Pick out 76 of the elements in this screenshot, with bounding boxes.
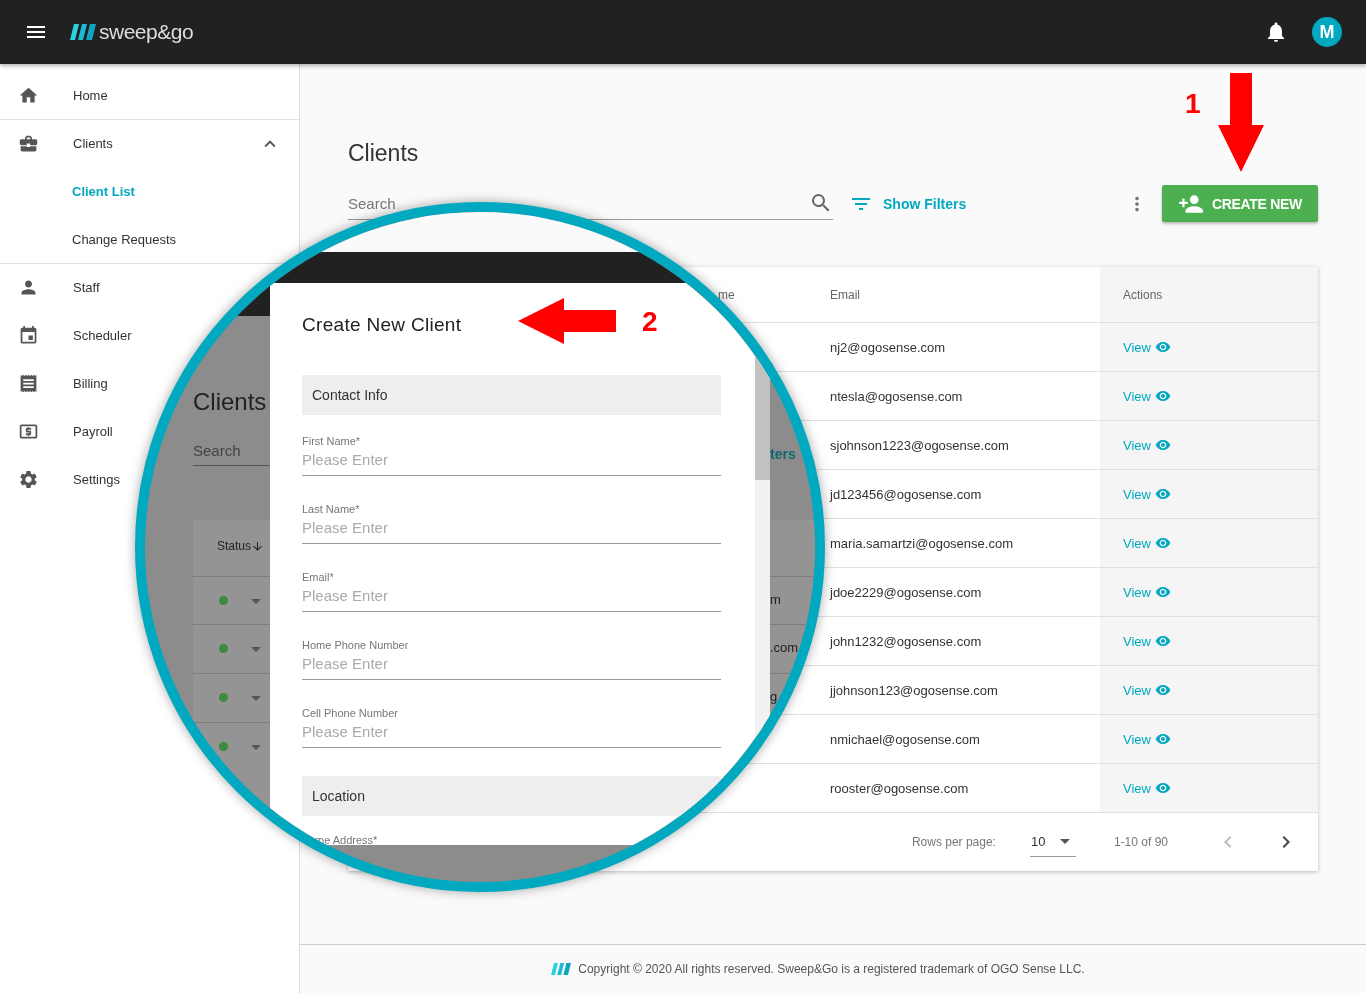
view-link[interactable]: View [1123, 437, 1171, 453]
show-filters-button[interactable]: Show Filters [849, 191, 967, 216]
step-number: 1 [1185, 90, 1201, 118]
settings-icon [18, 468, 39, 490]
field-label: Home Phone Number [302, 639, 409, 651]
field-label: Last Name* [302, 503, 360, 515]
view-link[interactable]: View [1123, 388, 1171, 404]
background-title: Clients [193, 388, 267, 416]
field-label: Cell Phone Number [302, 707, 398, 719]
field-label: Email* [302, 571, 334, 583]
caret-icon [1059, 839, 1070, 844]
page-title: Clients [348, 139, 420, 168]
table-cell-text: jd123456@ogosense.com [830, 485, 983, 504]
rows-per-page-select[interactable]: 10 [1029, 827, 1076, 857]
table-cell-text: rooster@ogosense.com [830, 779, 970, 798]
caret-icon [251, 599, 261, 604]
input-field[interactable]: Please Enter [302, 519, 721, 544]
table-cell-text: maria.samartzi@ogosense.com [830, 534, 1014, 553]
table-cell: m [770, 592, 781, 607]
view-link[interactable]: View [1123, 731, 1171, 747]
eye-icon [1154, 486, 1171, 502]
view-link[interactable]: View [1123, 535, 1171, 551]
copyright-text: Copyright © 2020 All rights reserved. Sweep&Go is a registered trademark of OGO Sense LLC. [578, 962, 1085, 976]
table-cell-text: sjohnson1223@ogosense.com [830, 436, 1010, 455]
input-field[interactable]: Please Enter [302, 723, 721, 748]
logo-text: sweep&go [99, 20, 194, 44]
view-link[interactable]: View [1123, 633, 1171, 649]
table-cell-text: jdoe2229@ogosense.com [830, 583, 983, 602]
create-new-button[interactable]: CREATE NEW [1162, 185, 1318, 222]
status-column-header: Status [217, 539, 265, 553]
field-label: First Name* [302, 435, 361, 447]
eye-icon [1154, 388, 1171, 404]
input-field[interactable]: Please Enter [302, 451, 721, 476]
section-header: Contact Info [302, 375, 721, 415]
view-link[interactable]: View [1123, 584, 1171, 600]
column-header: Email [830, 286, 861, 304]
eye-icon [1154, 633, 1171, 649]
caret-icon [251, 647, 261, 652]
user-avatar[interactable]: M [1312, 17, 1342, 47]
receipt-icon [18, 372, 39, 394]
sidebar-item[interactable]: Clients [0, 119, 299, 167]
input-field[interactable]: Please Enter [302, 587, 721, 612]
table-cell: g [770, 689, 778, 704]
column-header: me [718, 286, 736, 304]
input-field[interactable]: Please Enter [302, 655, 721, 680]
table-cell: .com [770, 640, 799, 655]
sort-arrow-icon [251, 539, 265, 553]
eye-icon [1154, 339, 1171, 355]
table-cell-text: john1232@ogosense.com [830, 632, 983, 651]
rows-per-page-label: Rows per page: [911, 835, 996, 849]
table-cell-text: nmichael@ogosense.com [830, 730, 981, 749]
page-range: 1-10 of 90 [1113, 835, 1168, 849]
view-link[interactable]: View [1123, 780, 1171, 796]
caret-icon [251, 745, 261, 750]
column-header: Actions [1100, 267, 1318, 322]
step-number: 2 [642, 308, 658, 336]
eye-icon [1154, 780, 1171, 796]
eye-icon [1154, 584, 1171, 600]
eye-icon [1154, 437, 1171, 453]
table-cell-text: jjohnson123@ogosense.com [830, 681, 999, 700]
table-cell-text: nj2@ogosense.com [830, 338, 947, 357]
caret-icon [251, 696, 261, 701]
dialog-title: Create New Client [302, 313, 462, 337]
logo-mark-icon [551, 962, 572, 976]
eye-icon [1154, 731, 1171, 747]
eye-icon [1154, 682, 1171, 698]
calendar-icon [18, 324, 39, 346]
view-link[interactable]: View [1123, 486, 1171, 502]
view-link[interactable]: View [1123, 682, 1171, 698]
sidebar-item[interactable]: Home [0, 71, 299, 119]
view-link[interactable]: View [1123, 339, 1171, 355]
briefcase-icon [18, 133, 39, 154]
section-header: Location [302, 776, 721, 816]
table-cell-text: ntesla@ogosense.com [830, 387, 964, 406]
eye-icon [1154, 535, 1171, 551]
logo-mark-icon [70, 23, 96, 41]
